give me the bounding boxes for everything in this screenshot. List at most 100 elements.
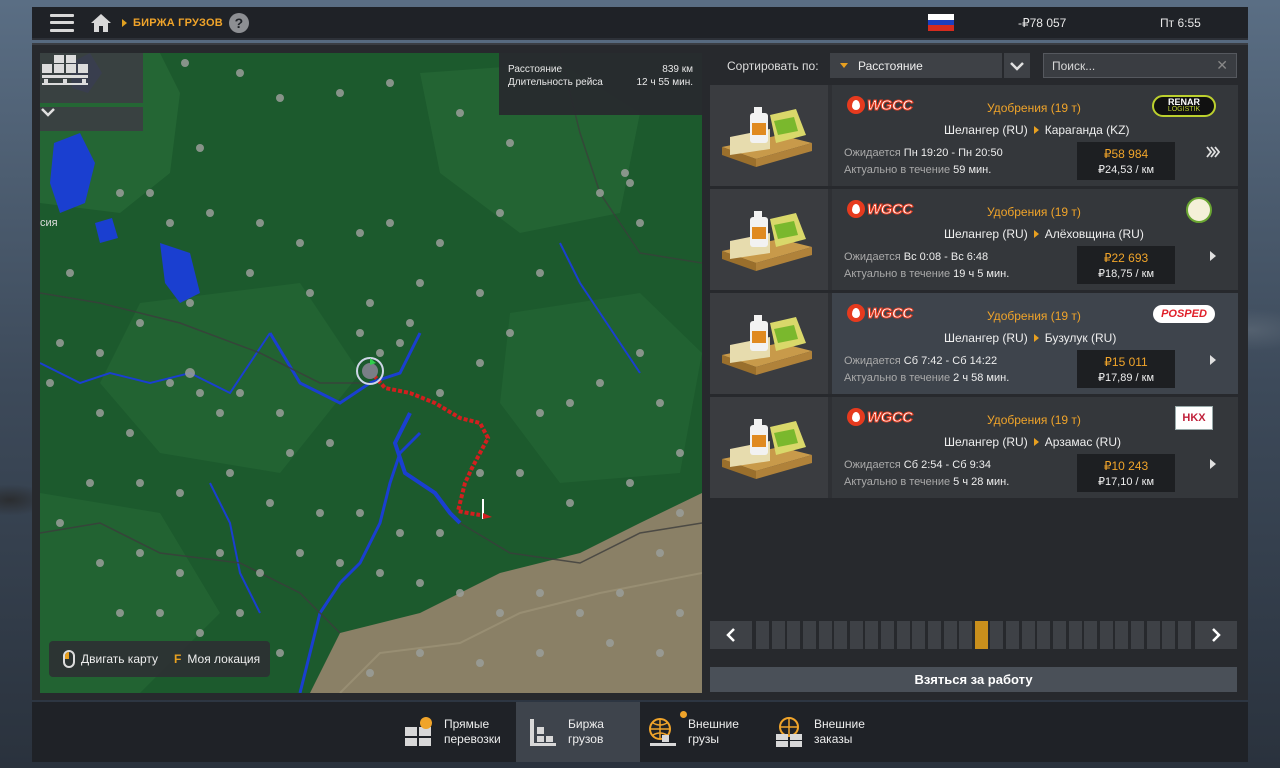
page-indicator[interactable]: [1162, 621, 1176, 649]
page-indicator[interactable]: [959, 621, 973, 649]
chevron-right-icon[interactable]: [1206, 353, 1220, 367]
expand-filter-button[interactable]: [40, 107, 143, 131]
origin-city: Шелангер (RU): [944, 227, 1028, 241]
price-per-km: ₽17,10 / км: [1097, 476, 1155, 488]
chevron-right-icon: [1212, 628, 1221, 642]
tab-freight-market[interactable]: Биржа грузов: [516, 702, 640, 762]
page-indicator[interactable]: [818, 621, 832, 649]
page-indicator[interactable]: [1084, 621, 1098, 649]
next-page-button[interactable]: [1195, 621, 1237, 649]
sort-dropdown-button[interactable]: [1004, 53, 1030, 78]
fertilizer-pallet-icon: [722, 211, 812, 271]
accept-job-button[interactable]: Взяться за работу: [710, 667, 1237, 692]
page-indicator[interactable]: [881, 621, 894, 649]
home-icon[interactable]: [90, 13, 112, 33]
valid-time: Актуально в течение 19 ч 5 мин.: [844, 268, 1010, 280]
notification-dot: [680, 711, 687, 718]
page-indicator[interactable]: [787, 621, 801, 649]
page-indicator[interactable]: [771, 621, 785, 649]
page-indicator[interactable]: [1131, 621, 1144, 649]
menu-icon[interactable]: [50, 13, 74, 32]
job-card-selected[interactable]: WGCC Удобрения (19 т) POSPED Шелангер (R…: [710, 293, 1238, 394]
route-arrow-icon: [1033, 438, 1039, 446]
route-text: Шелангер (RU) Бузулук (RU): [944, 331, 1116, 345]
cargo-image: [710, 189, 828, 290]
map-view[interactable]: сия Расстояние 839 км Длительность рейса…: [40, 53, 702, 693]
receiver-logo-posped: POSPED: [1150, 301, 1218, 327]
sort-select[interactable]: Расстояние: [830, 53, 1002, 78]
move-map-hint: Двигать карту: [81, 652, 159, 666]
main-panel: сия Расстояние 839 км Длительность рейса…: [32, 43, 1248, 700]
price-per-km: ₽17,89 / км: [1097, 372, 1155, 384]
page-indicator[interactable]: [756, 621, 769, 649]
page-indicator[interactable]: [849, 621, 863, 649]
tab-label-line2: заказы: [814, 732, 853, 746]
job-card[interactable]: WGCC Удобрения (19 т) RENAR LOGISTIK Шел…: [710, 85, 1238, 186]
expected-time: Ожидается Сб 7:42 - Сб 14:22: [844, 355, 998, 367]
tab-label-line2: грузы: [688, 732, 720, 746]
cargo-name: Удобрения (19 т): [987, 205, 1081, 219]
map-canvas: [40, 53, 702, 693]
cargo-image: [710, 397, 828, 498]
price-box: ₽58 984 ₽24,53 / км: [1077, 142, 1175, 180]
page-indicator[interactable]: [1021, 621, 1035, 649]
job-list: WGCC Удобрения (19 т) RENAR LOGISTIK Шел…: [710, 85, 1238, 501]
tab-external-cargo[interactable]: Внешние грузы: [648, 702, 760, 762]
cargo-filter-button[interactable]: [40, 53, 143, 103]
page-indicator[interactable]: [943, 621, 957, 649]
page-indicator[interactable]: [1068, 621, 1082, 649]
page-indicator-current[interactable]: [974, 621, 988, 649]
help-button[interactable]: ?: [228, 12, 249, 33]
job-card[interactable]: WGCC Удобрения (19 т) HKX Шелангер (RU) А…: [710, 397, 1238, 498]
page-indicator[interactable]: [1006, 621, 1019, 649]
search-field[interactable]: ✕: [1043, 53, 1237, 78]
prev-page-button[interactable]: [710, 621, 752, 649]
origin-city: Шелангер (RU): [944, 331, 1028, 345]
page-indicator[interactable]: [927, 621, 941, 649]
tab-direct-transport[interactable]: Прямые перевозки: [402, 702, 514, 762]
chevron-right-icon[interactable]: [1206, 457, 1220, 471]
page-indicator[interactable]: [1146, 621, 1160, 649]
external-cargo-icon: [648, 711, 687, 747]
route-info-panel: Расстояние 839 км Длительность рейса 12 …: [499, 53, 702, 115]
job-card[interactable]: WGCC Удобрения (19 т) Шелангер (RU) Алёхо…: [710, 189, 1238, 290]
my-location-hint[interactable]: Моя локация: [187, 652, 260, 666]
double-chevron-right-icon[interactable]: [1206, 145, 1220, 159]
page-indicator[interactable]: [865, 621, 879, 649]
tab-label-line1: Прямые: [444, 717, 490, 731]
page-indicator[interactable]: [912, 621, 926, 649]
fertilizer-pallet-icon: [722, 107, 812, 167]
fertilizer-pallet-icon: [722, 419, 812, 479]
valid-time: Актуально в течение 5 ч 28 мин.: [844, 476, 1010, 488]
destination-city: Арзамас (RU): [1044, 435, 1122, 449]
page-indicator[interactable]: [1037, 621, 1051, 649]
page-indicator[interactable]: [802, 621, 816, 649]
page-indicator[interactable]: [1052, 621, 1066, 649]
valid-time: Актуально в течение 2 ч 58 мин.: [844, 372, 1010, 384]
company-logo: WGCC: [847, 94, 919, 116]
route-text: Шелангер (RU) Арзамас (RU): [944, 435, 1121, 449]
page-indicator[interactable]: [1177, 621, 1191, 649]
pagination: [710, 621, 1237, 649]
sort-triangle-icon: [840, 63, 848, 68]
chevron-right-icon[interactable]: [1206, 249, 1220, 263]
breadcrumb[interactable]: БИРЖА ГРУЗОВ: [133, 17, 223, 29]
search-input[interactable]: [1052, 58, 1202, 73]
origin-city: Шелангер (RU): [944, 435, 1028, 449]
page-indicator[interactable]: [1099, 621, 1113, 649]
clear-search-icon[interactable]: ✕: [1216, 57, 1228, 74]
price-box: ₽15 011 ₽17,89 / км: [1077, 350, 1175, 388]
distance-value: 839 км: [662, 64, 693, 75]
sort-value: Расстояние: [858, 58, 923, 73]
page-indicator[interactable]: [1115, 621, 1129, 649]
company-logo: WGCC: [847, 302, 919, 324]
page-indicator[interactable]: [896, 621, 910, 649]
page-indicator[interactable]: [834, 621, 848, 649]
page-indicator[interactable]: [990, 621, 1004, 649]
tab-label-line2: перевозки: [444, 732, 501, 746]
money-balance: -₽78 057: [1018, 16, 1067, 30]
top-bar: БИРЖА ГРУЗОВ ? -₽78 057 Пт 6:55: [32, 7, 1248, 40]
cargo-name: Удобрения (19 т): [987, 309, 1081, 323]
tab-external-orders[interactable]: Внешние заказы: [774, 702, 886, 762]
job-price: ₽22 693: [1103, 251, 1149, 265]
